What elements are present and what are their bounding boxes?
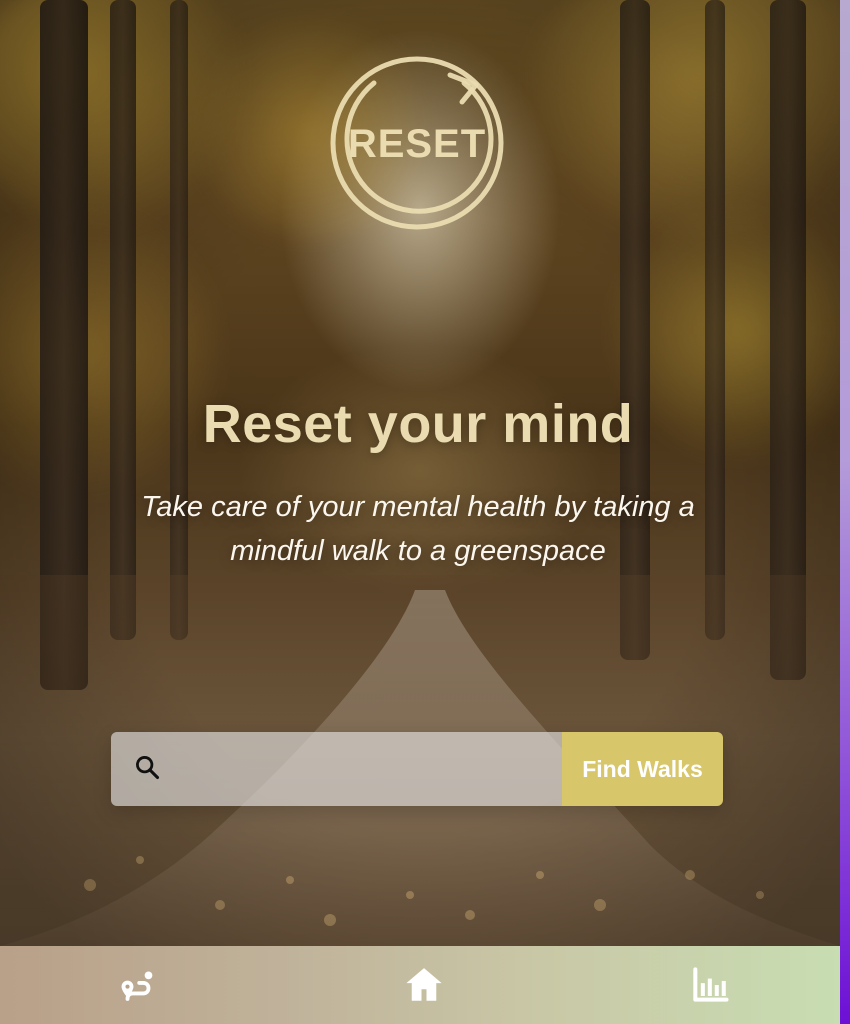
route-icon xyxy=(121,971,153,1001)
search-input[interactable] xyxy=(179,732,562,806)
hero-subtitle: Take care of your mental health by takin… xyxy=(141,491,695,567)
home-icon xyxy=(406,968,442,1001)
reset-logo-icon: RESET xyxy=(330,56,504,230)
nav-home[interactable] xyxy=(398,959,450,1011)
logo-text: RESET xyxy=(348,122,486,166)
find-walks-button[interactable]: Find Walks xyxy=(562,732,723,806)
right-edge-accent xyxy=(840,0,850,1024)
hero-title: Reset your mind xyxy=(202,394,634,454)
nav-route[interactable] xyxy=(112,959,164,1011)
search-input-container[interactable] xyxy=(111,732,562,806)
search-icon xyxy=(133,753,161,785)
bottom-navigation xyxy=(0,946,840,1024)
bar-chart-icon xyxy=(693,967,729,1002)
nav-stats[interactable] xyxy=(684,959,736,1011)
search-bar: Find Walks xyxy=(111,732,723,806)
